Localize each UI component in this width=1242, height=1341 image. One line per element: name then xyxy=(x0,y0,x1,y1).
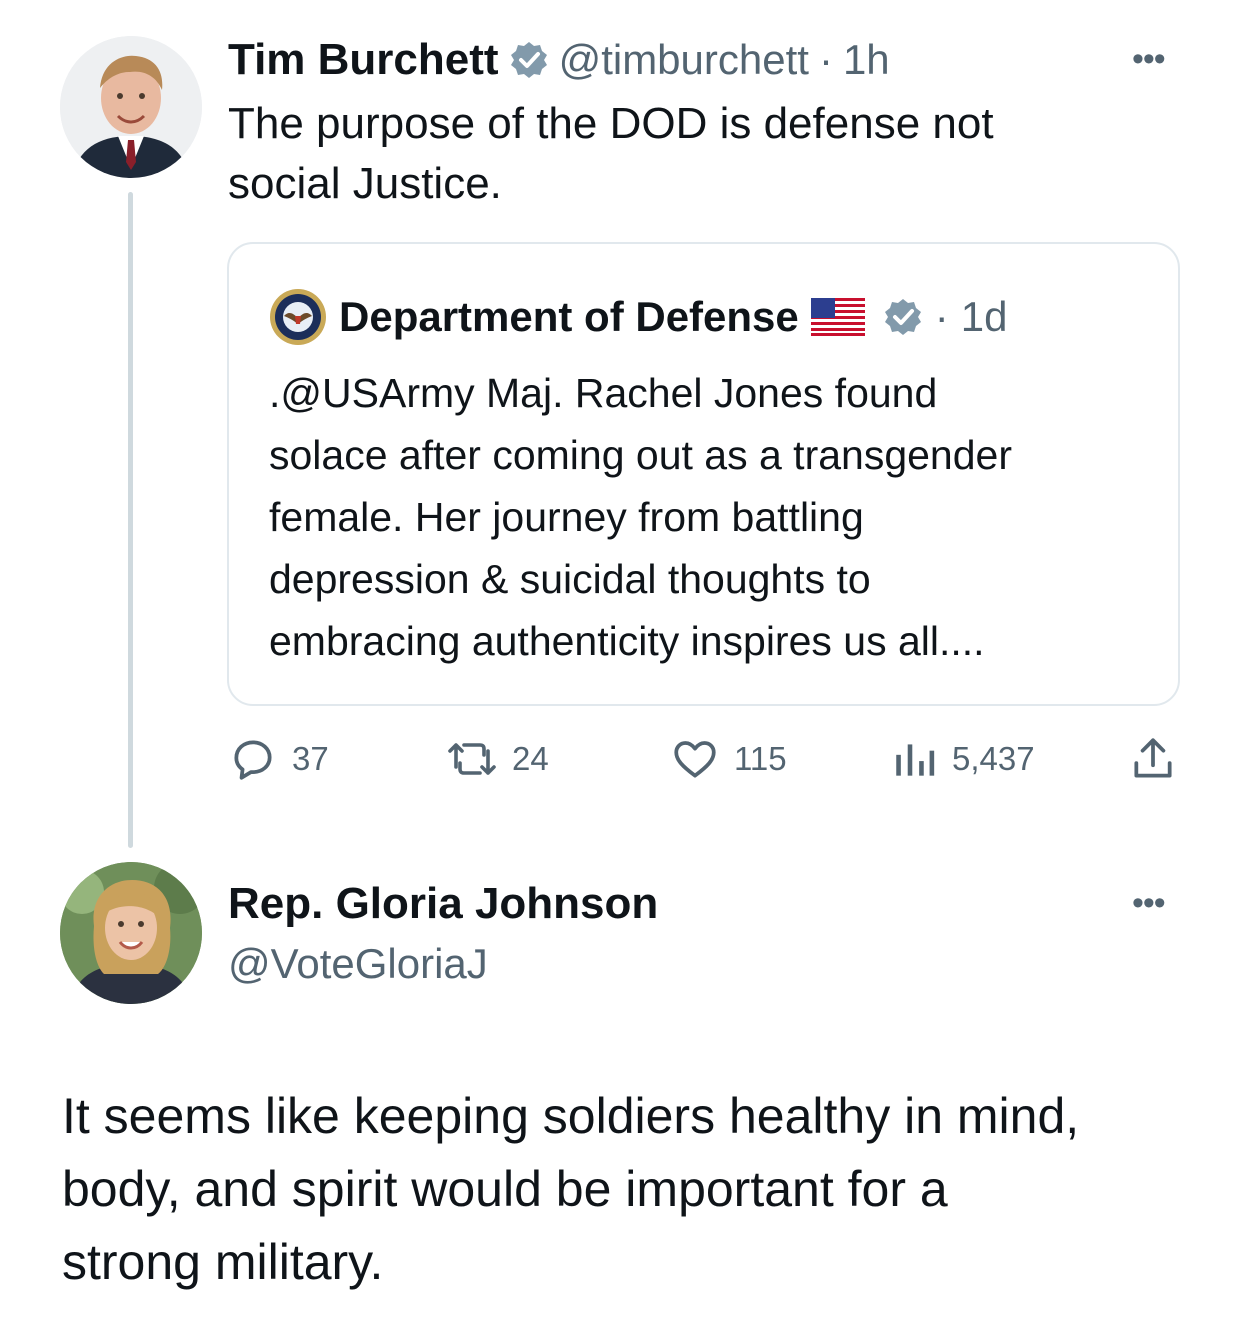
tweet-timestamp[interactable]: 1h xyxy=(843,34,890,86)
share-button[interactable] xyxy=(1128,734,1178,784)
verified-badge-icon xyxy=(884,299,921,335)
quoted-text-line: .@USArmy Maj. Rachel Jones found xyxy=(269,370,938,416)
separator-dot: · xyxy=(934,293,949,340)
views-bar-chart-icon xyxy=(896,744,935,776)
views-button[interactable]: 5,437 xyxy=(892,734,1035,784)
thread-connector-line xyxy=(128,192,133,848)
quoted-tweet-card[interactable]: Department of Defense · 1d .@USArmy Maj.… xyxy=(227,242,1180,706)
verified-badge-icon xyxy=(510,42,547,78)
share-icon xyxy=(1134,738,1172,778)
like-count: 115 xyxy=(734,740,787,777)
tweet-text-line: social Justice. xyxy=(228,159,502,208)
quoted-author-name[interactable]: Department of Defense xyxy=(339,292,799,342)
quoted-text-line: depression & suicidal thoughts to xyxy=(269,556,871,602)
quoted-text-line: solace after coming out as a transgender xyxy=(269,432,1012,478)
author-name[interactable]: Tim Burchett xyxy=(228,34,499,86)
quoted-text-line: female. Her journey from battling xyxy=(269,494,864,540)
reply-icon xyxy=(234,740,272,780)
reply-button[interactable]: 37 xyxy=(228,734,329,784)
man-portrait-icon xyxy=(60,36,202,178)
tweet-text-line: body, and spirit would be important for … xyxy=(62,1161,948,1217)
tweet-text-line: strong military. xyxy=(62,1234,384,1290)
quoted-timestamp[interactable]: 1d xyxy=(961,291,1008,343)
separator-dot: · xyxy=(818,36,833,83)
more-options-button[interactable]: ••• xyxy=(1132,884,1166,923)
author-handle[interactable]: @timburchett xyxy=(559,34,809,86)
tweet-text-line: The purpose of the DOD is defense not xyxy=(228,99,994,148)
quoted-tweet-text: .@USArmy Maj. Rachel Jones found solace … xyxy=(269,362,1169,672)
repost-count: 24 xyxy=(512,740,549,777)
author-name[interactable]: Rep. Gloria Johnson xyxy=(228,878,658,930)
repost-icon xyxy=(448,743,496,775)
heart-icon xyxy=(674,741,716,778)
avatar-tim-burchett[interactable] xyxy=(60,36,202,178)
quoted-text-line: embracing authenticity inspires us all..… xyxy=(269,618,985,664)
us-flag-icon xyxy=(810,298,865,336)
more-options-button[interactable]: ••• xyxy=(1132,40,1166,79)
views-count: 5,437 xyxy=(952,740,1035,777)
repost-button[interactable]: 24 xyxy=(446,734,549,784)
reply-count: 37 xyxy=(292,740,329,777)
author-handle[interactable]: @VoteGloriaJ xyxy=(228,938,488,990)
tweet-text: The purpose of the DOD is defense not so… xyxy=(228,94,1128,214)
dod-seal-icon xyxy=(270,289,326,345)
tweet-text-line: It seems like keeping soldiers healthy i… xyxy=(62,1088,1080,1144)
like-button[interactable]: 115 xyxy=(670,734,787,784)
avatar-gloria-johnson[interactable] xyxy=(60,862,202,1004)
tweet-text: It seems like keeping soldiers healthy i… xyxy=(62,1080,1212,1299)
woman-portrait-icon xyxy=(60,862,202,1004)
